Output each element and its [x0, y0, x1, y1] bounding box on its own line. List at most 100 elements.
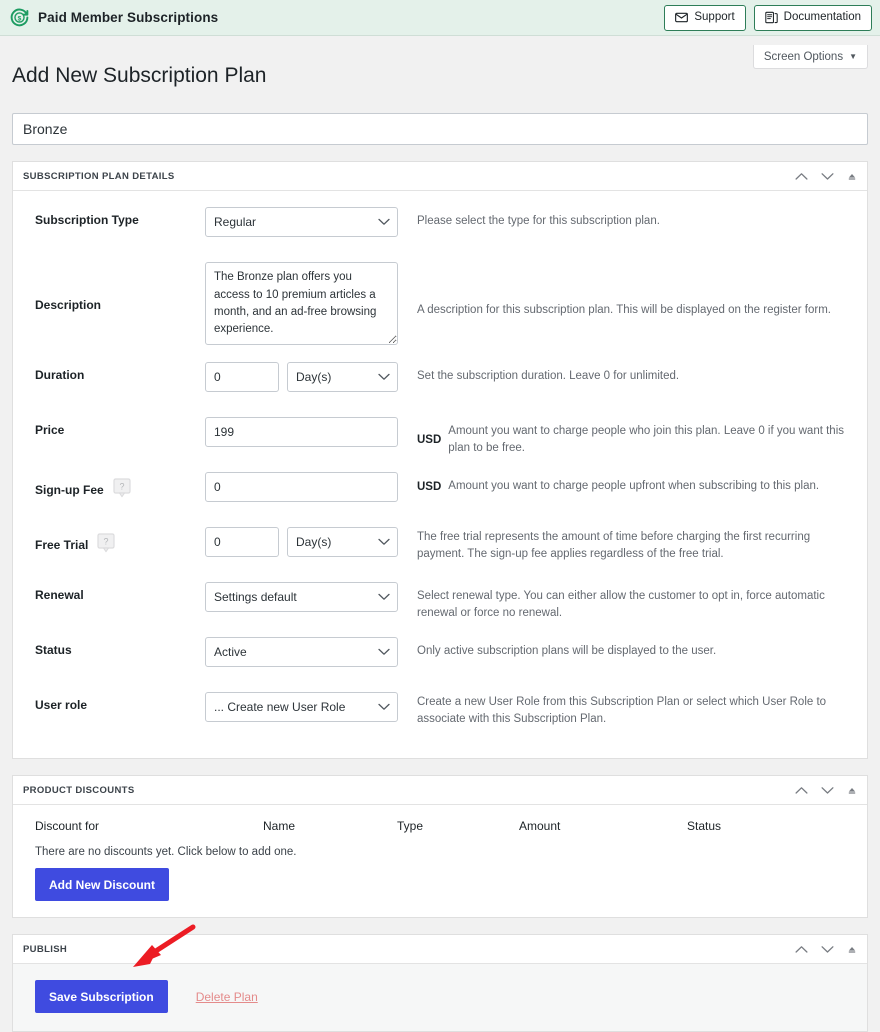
row-desc-col: USD Amount you want to charge people upf… — [417, 470, 845, 495]
row-desc-col: USD Amount you want to charge people who… — [417, 415, 845, 456]
price-label: Price — [35, 423, 65, 438]
user-role-description: Create a new User Role from this Subscri… — [417, 696, 827, 725]
row-desc-col: Set the subscription duration. Leave 0 f… — [417, 360, 845, 385]
column-name: Name — [263, 819, 296, 834]
description-help-text: A description for this subscription plan… — [417, 304, 831, 317]
row-label-col: Sign-up Fee ? — [35, 470, 205, 501]
column-amount: Amount — [519, 819, 561, 834]
signup-fee-description: Amount you want to charge people upfront… — [448, 480, 820, 493]
delete-plan-link[interactable]: Delete Plan — [196, 990, 258, 1004]
signup-fee-currency-label: USD — [417, 480, 442, 493]
chevron-down-icon[interactable] — [821, 172, 834, 181]
chevron-down-icon[interactable] — [821, 786, 834, 795]
details-panel-title: SUBSCRIPTION PLAN DETAILS — [23, 170, 175, 182]
renewal-description: Select renewal type. You can either allo… — [417, 590, 825, 619]
signup-fee-label: Sign-up Fee — [35, 482, 104, 497]
toggle-panel-icon[interactable] — [847, 945, 857, 953]
dollar-refresh-logo-icon: $ — [9, 7, 30, 28]
book-icon — [764, 11, 778, 24]
row-control-col — [205, 470, 417, 503]
chevron-up-icon[interactable] — [795, 172, 808, 181]
svg-text:?: ? — [104, 537, 109, 547]
duration-unit-select-wrap: Day(s) — [287, 362, 398, 393]
description-label: Description — [35, 298, 102, 313]
discounts-panel-controls — [795, 786, 857, 795]
row-label-col: Status — [35, 635, 205, 657]
column-discount-for: Discount for — [35, 819, 100, 834]
price-input[interactable] — [205, 417, 398, 448]
free-trial-label: Free Trial — [35, 537, 89, 552]
duration-label: Duration — [35, 368, 85, 383]
free-trial-unit-select[interactable]: Day(s) — [287, 527, 398, 558]
row-subscription-type: Subscription Type Regular Please select … — [35, 205, 845, 260]
row-control-col: Settings default — [205, 580, 417, 613]
row-label-col: Description — [35, 260, 205, 312]
subscription-plan-details-panel: SUBSCRIPTION PLAN DETAILS Subscription T… — [12, 161, 868, 760]
discounts-panel-title: PRODUCT DISCOUNTS — [23, 784, 135, 796]
free-trial-description: The free trial represents the amount of … — [417, 531, 811, 560]
toggle-panel-icon[interactable] — [847, 786, 857, 794]
publish-panel-header: PUBLISH — [13, 935, 867, 965]
row-label-col: Renewal — [35, 580, 205, 602]
chevron-down-icon[interactable] — [821, 945, 834, 954]
row-description: Description The Bronze plan offers you a… — [35, 260, 845, 360]
app-title: Paid Member Subscriptions — [38, 10, 219, 25]
caret-down-icon: ▼ — [849, 51, 857, 61]
free-trial-input[interactable] — [205, 527, 279, 558]
user-role-select[interactable]: ... Create new User Role — [205, 692, 398, 723]
row-desc-col: Only active subscription plans will be d… — [417, 635, 845, 660]
row-user-role: User role ... Create new User Role Creat… — [35, 690, 845, 740]
status-label: Status — [35, 643, 72, 658]
discounts-empty-message: There are no discounts yet. Click below … — [35, 846, 297, 859]
row-label-col: Price — [35, 415, 205, 437]
row-status: Status Active Only active subscription p… — [35, 635, 845, 690]
row-label-col: Free Trial ? — [35, 525, 205, 556]
discounts-table-header-row: Discount for Name Type Amount Status — [13, 805, 867, 846]
screen-options-toggle[interactable]: Screen Options ▼ — [752, 45, 868, 69]
add-new-discount-button[interactable]: Add New Discount — [35, 868, 170, 902]
column-type: Type — [397, 819, 424, 834]
row-control-col: The Bronze plan offers you access to 10 … — [205, 260, 417, 346]
signup-fee-input[interactable] — [205, 472, 398, 503]
brand-group: $ Paid Member Subscriptions — [9, 7, 218, 28]
svg-text:?: ? — [119, 482, 124, 492]
row-label-col: User role — [35, 690, 205, 712]
save-subscription-button[interactable]: Save Subscription — [35, 980, 168, 1014]
support-button[interactable]: Support — [664, 4, 746, 31]
row-control-col: Day(s) — [205, 360, 417, 393]
price-description: Amount you want to charge people who joi… — [448, 425, 844, 454]
row-control-col: Active — [205, 635, 417, 668]
plan-title-input[interactable] — [12, 113, 868, 146]
documentation-button-label: Documentation — [783, 10, 861, 23]
details-panel-controls — [795, 172, 857, 181]
toggle-panel-icon[interactable] — [847, 172, 857, 180]
add-discount-wrap: Add New Discount — [13, 868, 867, 902]
row-label-col: Subscription Type — [35, 205, 205, 227]
row-desc-col: A description for this subscription plan… — [417, 260, 845, 319]
chevron-up-icon[interactable] — [795, 786, 808, 795]
row-duration: Duration Day(s) Set the subscription dur — [35, 360, 845, 415]
header-actions: Support Documentation — [664, 4, 872, 31]
page-content: SUBSCRIPTION PLAN DETAILS Subscription T… — [0, 113, 880, 1032]
discounts-panel-body: Discount for Name Type Amount Status The… — [13, 805, 867, 917]
row-desc-col: The free trial represents the amount of … — [417, 525, 845, 562]
duration-input[interactable] — [205, 362, 279, 393]
status-select[interactable]: Active — [205, 637, 398, 668]
renewal-select[interactable]: Settings default — [205, 582, 398, 613]
support-button-label: Support — [694, 10, 735, 23]
row-control-col: ... Create new User Role — [205, 690, 417, 723]
documentation-button[interactable]: Documentation — [753, 4, 872, 31]
subscription-type-select[interactable]: Regular — [205, 207, 398, 238]
details-panel-header: SUBSCRIPTION PLAN DETAILS — [13, 162, 867, 192]
publish-panel-controls — [795, 945, 857, 954]
user-role-select-wrap: ... Create new User Role — [205, 692, 398, 723]
duration-unit-select[interactable]: Day(s) — [287, 362, 398, 393]
publish-panel-body: Save Subscription Delete Plan — [13, 964, 867, 1032]
description-textarea[interactable]: The Bronze plan offers you access to 10 … — [205, 262, 398, 346]
help-bubble-icon[interactable]: ? — [97, 533, 115, 556]
subscription-type-label: Subscription Type — [35, 213, 139, 228]
chevron-up-icon[interactable] — [795, 945, 808, 954]
column-status: Status — [687, 819, 722, 834]
help-bubble-icon[interactable]: ? — [113, 478, 131, 501]
screen-options-label: Screen Options — [763, 50, 844, 63]
